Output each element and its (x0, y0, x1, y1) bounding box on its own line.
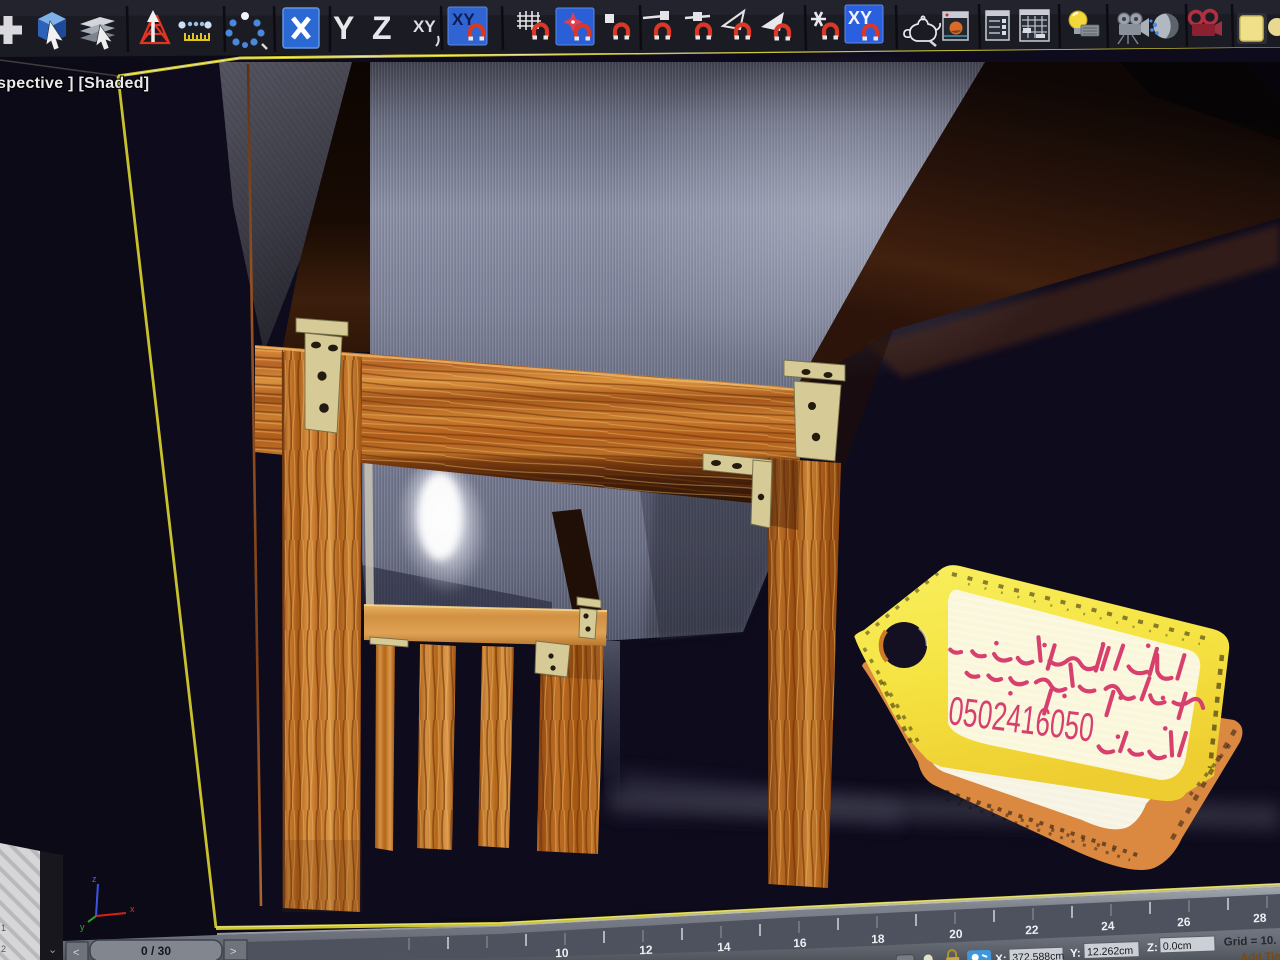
svg-text:Z: Z (372, 10, 392, 46)
svg-text:14: 14 (717, 940, 731, 954)
svg-text:10: 10 (555, 946, 569, 960)
svg-text:Add Tim: Add Tim (1240, 951, 1280, 960)
svg-text:26: 26 (1177, 915, 1191, 930)
svg-text:<: < (73, 947, 79, 959)
svg-text:0.0cm: 0.0cm (1163, 940, 1192, 953)
svg-text:0 / 30: 0 / 30 (141, 944, 171, 958)
svg-text:spective ] [Shaded]: spective ] [Shaded] (0, 75, 149, 92)
svg-text:2: 2 (1, 944, 6, 954)
svg-text:XY: XY (413, 17, 436, 36)
svg-text:X:: X: (995, 953, 1007, 960)
svg-text:x: x (130, 904, 135, 914)
svg-text:Grid = 10.: Grid = 10. (1224, 935, 1277, 949)
svg-text:18: 18 (871, 932, 885, 946)
svg-text:28: 28 (1253, 911, 1267, 926)
svg-text:⌄: ⌄ (48, 944, 57, 956)
svg-text:22: 22 (1025, 923, 1039, 937)
svg-text:Y: Y (333, 10, 354, 46)
svg-text:12.262cm: 12.262cm (1087, 945, 1134, 959)
svg-text:Z:: Z: (1147, 942, 1158, 954)
svg-text:y: y (80, 922, 85, 932)
svg-text:>: > (230, 946, 236, 958)
svg-text:1: 1 (1, 923, 6, 933)
svg-text:20: 20 (949, 927, 963, 941)
svg-text:12: 12 (639, 943, 653, 957)
svg-text:16: 16 (793, 936, 807, 950)
svg-text:24: 24 (1101, 919, 1115, 934)
svg-text:z: z (92, 874, 97, 884)
svg-text:Y:: Y: (1070, 948, 1081, 960)
svg-text:372.588cm: 372.588cm (1012, 950, 1065, 960)
